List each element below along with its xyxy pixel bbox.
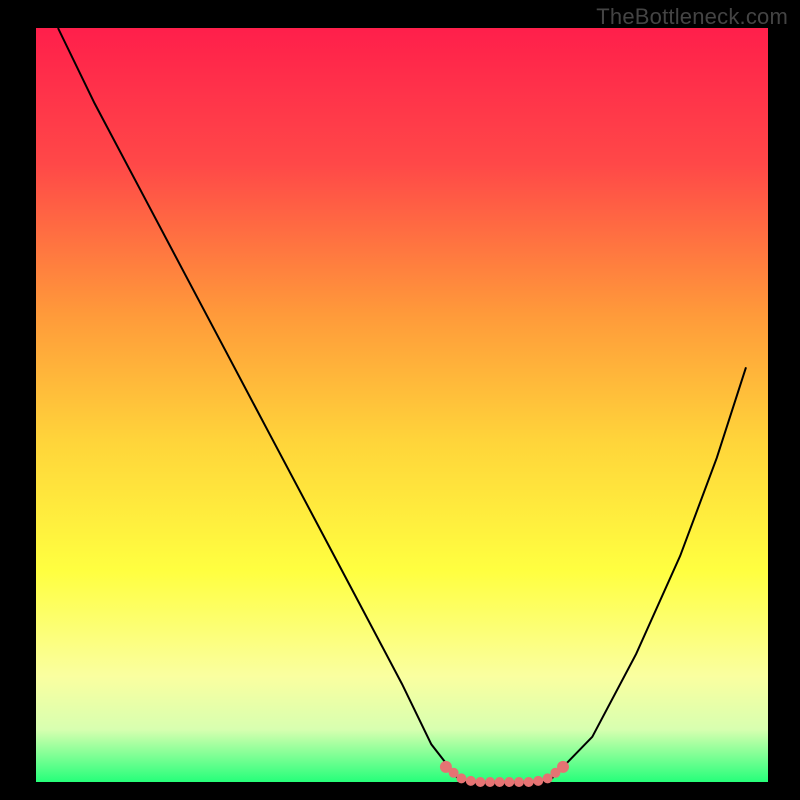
chart-canvas bbox=[0, 0, 800, 800]
chart-root: TheBottleneck.com bbox=[0, 0, 800, 800]
plot-background bbox=[36, 28, 768, 782]
watermark-text: TheBottleneck.com bbox=[596, 4, 788, 30]
